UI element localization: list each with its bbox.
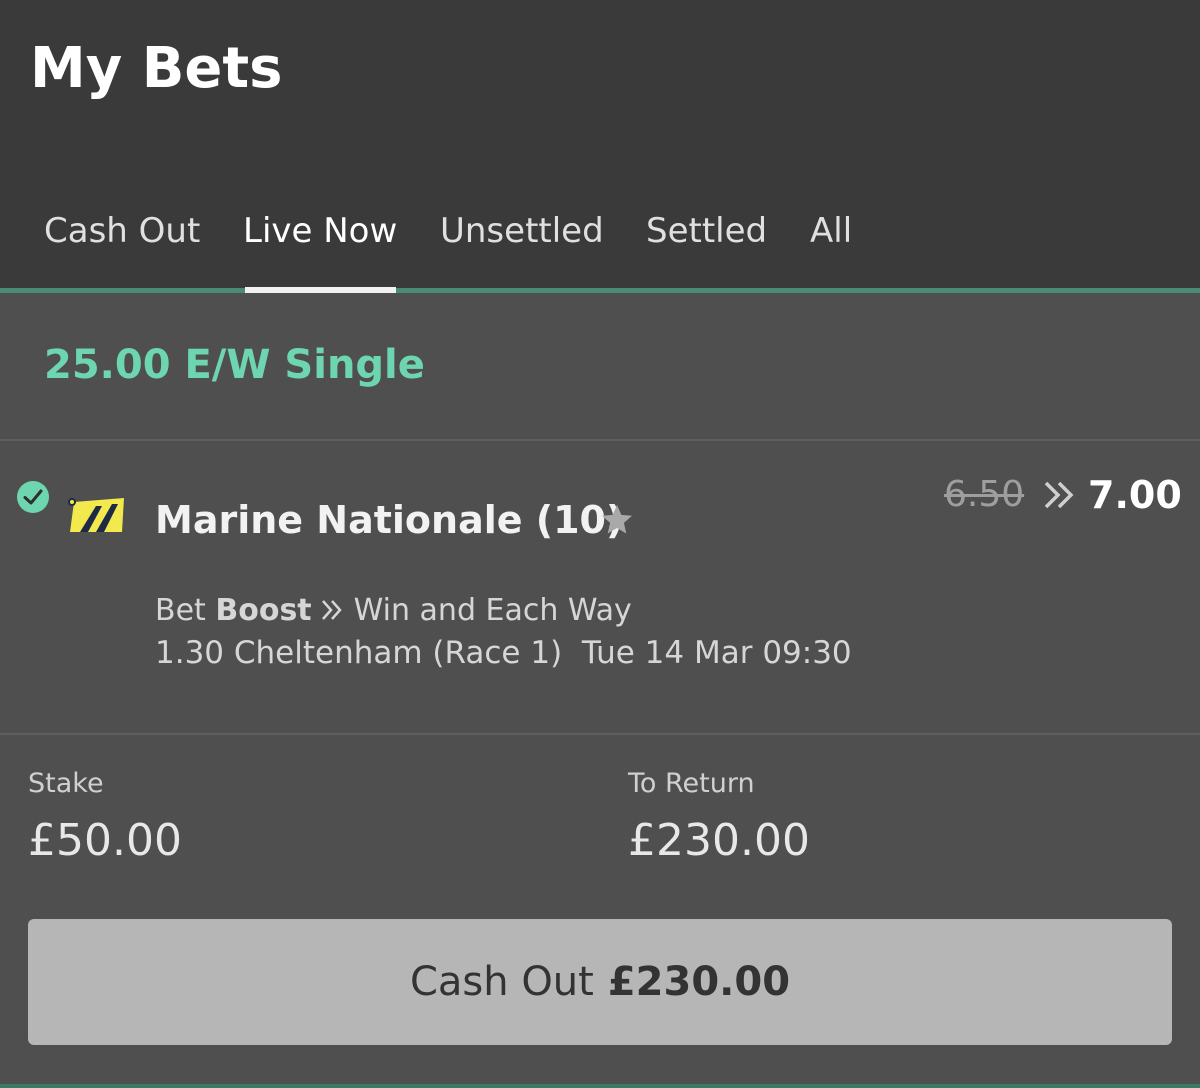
selection-name: Marine Nationale (10)	[155, 498, 624, 542]
market-line: Bet Boost Win and Each Way	[155, 590, 632, 632]
to-return-value: £230.00	[628, 815, 810, 866]
cash-out-amount: £230.00	[607, 959, 791, 1005]
original-odds: 6.50	[944, 474, 1025, 515]
tab-settled[interactable]: Settled	[646, 205, 767, 288]
boost-prefix: Bet	[155, 593, 206, 628]
bottom-accent-line	[0, 1084, 1200, 1088]
tab-all[interactable]: All	[810, 205, 852, 288]
tab-cash-out[interactable]: Cash Out	[44, 205, 200, 288]
boosted-odds: 7.00	[1088, 473, 1182, 517]
cash-out-label: Cash Out	[409, 959, 594, 1005]
bet-type-label: 25.00 E/W Single	[44, 342, 425, 388]
divider	[0, 733, 1200, 735]
double-chevron-right-icon	[1044, 481, 1074, 509]
boost-label: Boost	[215, 593, 312, 628]
divider	[0, 439, 1200, 441]
star-icon[interactable]	[598, 502, 636, 538]
tab-bar: Cash Out Live Now Unsettled Settled All	[0, 205, 1200, 288]
market-name: Win and Each Way	[353, 593, 632, 628]
check-circle-icon	[17, 481, 49, 513]
tab-unsettled[interactable]: Unsettled	[440, 205, 604, 288]
stake-value: £50.00	[28, 815, 182, 866]
event-details: 1.30 Cheltenham (Race 1) Tue 14 Mar 09:3…	[155, 635, 852, 671]
to-return-label: To Return	[628, 768, 755, 799]
active-tab-indicator	[245, 287, 396, 293]
tab-live-now[interactable]: Live Now	[243, 205, 397, 288]
jockey-silks-icon	[68, 498, 124, 532]
stake-label: Stake	[28, 768, 104, 799]
header: My Bets Cash Out Live Now Unsettled Sett…	[0, 0, 1200, 288]
double-chevron-right-icon	[321, 599, 342, 620]
tab-bar-accent-line	[0, 288, 1200, 293]
cash-out-button[interactable]: Cash Out £230.00	[28, 919, 1172, 1045]
page-title: My Bets	[30, 36, 283, 101]
